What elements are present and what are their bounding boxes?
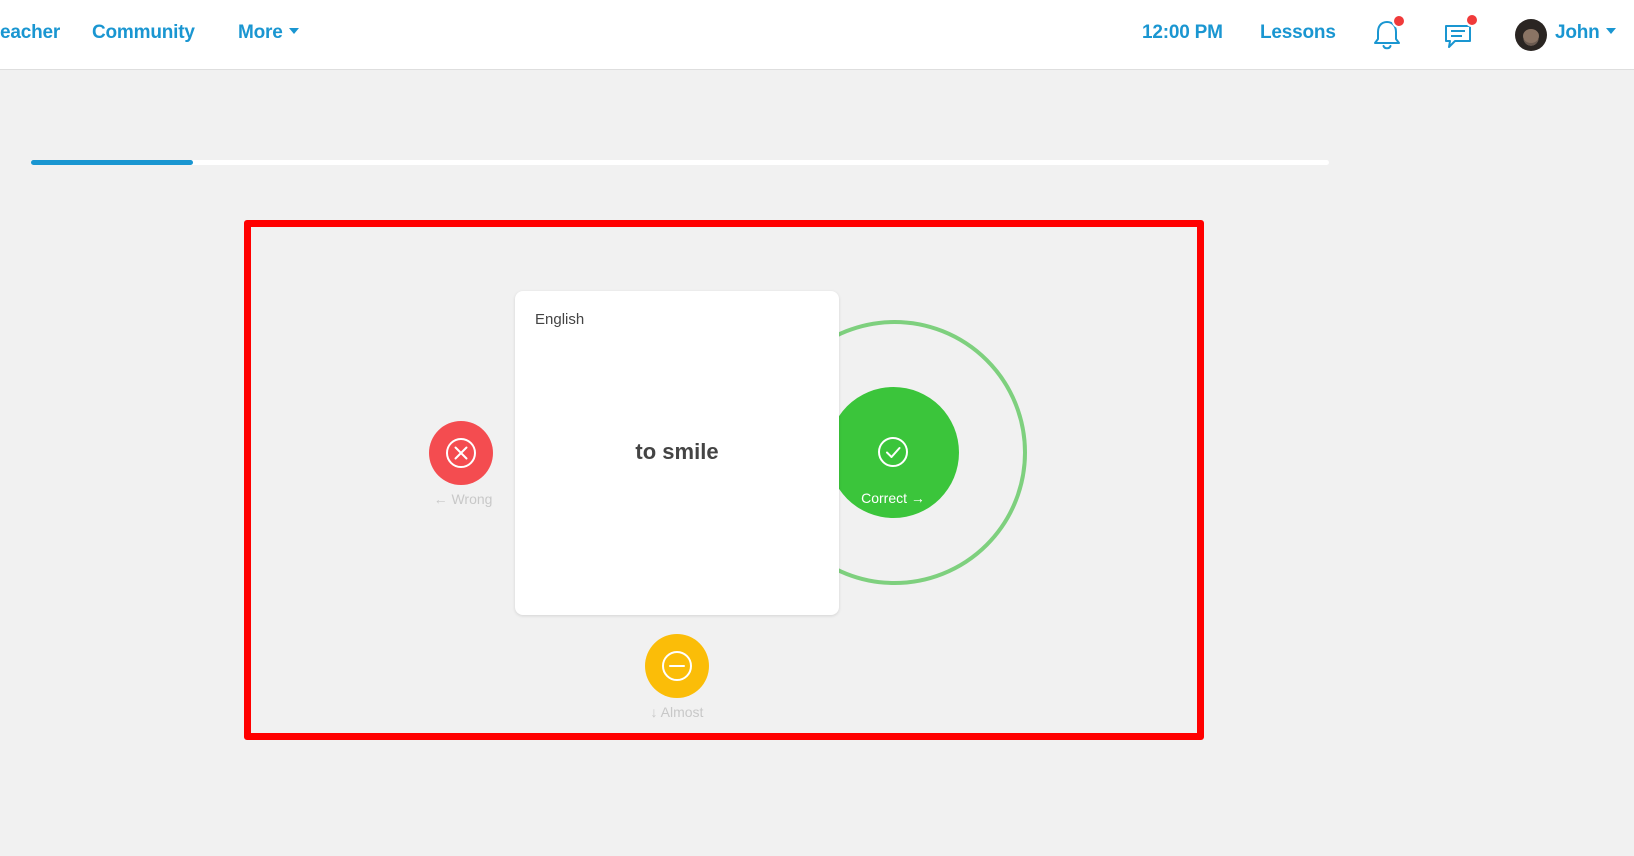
lesson-progress-bar [31, 160, 1329, 165]
lesson-progress-fill [31, 160, 194, 165]
user-name: John [1555, 22, 1600, 43]
messages-button[interactable] [1440, 13, 1479, 54]
nav-more-dropdown[interactable]: More [238, 22, 299, 44]
chevron-down-icon [1605, 27, 1616, 34]
nav-teacher-link[interactable]: eacher [0, 22, 60, 44]
notification-badge [1392, 14, 1406, 28]
messages-badge [1465, 13, 1479, 27]
highlight-box [244, 220, 1204, 740]
avatar[interactable] [1515, 19, 1547, 51]
chevron-down-icon [288, 27, 299, 34]
notifications-button[interactable] [1368, 14, 1406, 54]
nav-community-link[interactable]: Community [92, 22, 195, 44]
nav-lessons-link[interactable]: Lessons [1260, 22, 1336, 44]
clock-time: 12:00 PM [1142, 22, 1223, 43]
top-navigation: eacher Community More 12:00 PM Lessons J… [0, 0, 1634, 70]
user-menu-dropdown[interactable]: John [1555, 22, 1616, 44]
nav-more-label: More [238, 22, 283, 43]
